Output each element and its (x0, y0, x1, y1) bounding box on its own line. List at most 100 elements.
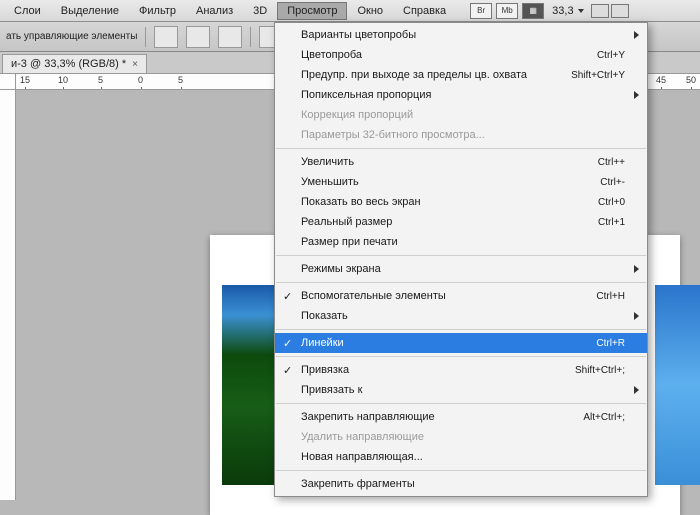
menu-item-label: Новая направляющая... (301, 451, 625, 463)
menu-item-label: Размер при печати (301, 236, 625, 248)
menu-item: Параметры 32-битного просмотра... (275, 125, 647, 145)
menu-window[interactable]: Окно (347, 2, 393, 20)
bridge-icon[interactable]: Br (470, 3, 492, 19)
option-btn-2[interactable] (186, 26, 210, 48)
menu-item[interactable]: Режимы экрана (275, 259, 647, 279)
menu-filter[interactable]: Фильтр (129, 2, 186, 20)
option-btn-3[interactable] (218, 26, 242, 48)
ruler-corner (0, 74, 16, 90)
check-icon: ✓ (283, 337, 292, 350)
menu-item[interactable]: Варианты цветопробы (275, 25, 647, 45)
canvas-image-left (222, 285, 282, 485)
menu-item-label: Варианты цветопробы (301, 29, 625, 41)
ruler-mark: 5 (178, 75, 183, 85)
menu-item-label: Цветопроба (301, 49, 597, 61)
menu-item-label: Коррекция пропорций (301, 109, 625, 121)
view-menu-dropdown: Варианты цветопробы ЦветопробаCtrl+Y Преду… (274, 22, 648, 497)
screen-mode-icon[interactable] (591, 4, 609, 18)
menu-item-shortcut: Ctrl+- (600, 177, 625, 188)
menu-item[interactable]: Реальный размерCtrl+1 (275, 212, 647, 232)
submenu-arrow-icon (634, 31, 639, 39)
menu-select[interactable]: Выделение (51, 2, 129, 20)
menu-separator (276, 329, 646, 330)
submenu-arrow-icon (634, 91, 639, 99)
menu-item-shortcut: Ctrl+R (596, 338, 625, 349)
menu-item-label: Закрепить фрагменты (301, 478, 625, 490)
menu-item-label: Реальный размер (301, 216, 598, 228)
menu-item-label: Попиксельная пропорция (301, 89, 625, 101)
menu-item[interactable]: Привязать к (275, 380, 647, 400)
menu-item: Коррекция пропорций (275, 105, 647, 125)
ruler-vertical[interactable] (0, 90, 16, 500)
menu-separator (276, 356, 646, 357)
menu-item-label: Привязать к (301, 384, 625, 396)
option-btn-1[interactable] (154, 26, 178, 48)
menu-item-label: Вспомогательные элементы (301, 290, 596, 302)
minibridge-icon[interactable]: Mb (496, 3, 518, 19)
menu-item-label: Предупр. при выходе за пределы цв. охват… (301, 69, 571, 81)
menu-item-label: Закрепить направляющие (301, 411, 583, 423)
menu-item-shortcut: Shift+Ctrl+; (575, 365, 625, 376)
menu-item[interactable]: Показать во весь экранCtrl+0 (275, 192, 647, 212)
menu-item[interactable]: Закрепить фрагменты (275, 474, 647, 494)
chevron-down-icon (578, 9, 584, 13)
arrange-icon[interactable] (611, 4, 629, 18)
menu-item-label: Режимы экрана (301, 263, 625, 275)
menu-item[interactable]: Предупр. при выходе за пределы цв. охват… (275, 65, 647, 85)
menu-item-shortcut: Ctrl++ (598, 157, 625, 168)
submenu-arrow-icon (634, 386, 639, 394)
close-icon[interactable]: × (132, 59, 138, 70)
menu-item[interactable]: ЦветопробаCtrl+Y (275, 45, 647, 65)
menu-help[interactable]: Справка (393, 2, 456, 20)
menu-item-shortcut: Ctrl+0 (598, 197, 625, 208)
tab-title: и-3 @ 33,3% (RGB/8) * (11, 58, 126, 70)
ruler-mark: 10 (58, 75, 68, 85)
menu-item[interactable]: ✓ ЛинейкиCtrl+R (275, 333, 647, 353)
menubar: Слои Выделение Фильтр Анализ 3D Просмотр… (0, 0, 700, 22)
menu-item-label: Уменьшить (301, 176, 600, 188)
menu-item[interactable]: Размер при печати (275, 232, 647, 252)
menu-layers[interactable]: Слои (4, 2, 51, 20)
menu-item-label: Линейки (301, 337, 596, 349)
menu-item-shortcut: Alt+Ctrl+; (583, 412, 625, 423)
menu-item-label: Удалить направляющие (301, 431, 625, 443)
menu-item-label: Параметры 32-битного просмотра... (301, 129, 625, 141)
menu-item-label: Увеличить (301, 156, 598, 168)
menu-separator (276, 403, 646, 404)
menu-item[interactable]: ✓Вспомогательные элементыCtrl+H (275, 286, 647, 306)
menu-item-shortcut: Ctrl+1 (598, 217, 625, 228)
menu-separator (276, 255, 646, 256)
menu-separator (276, 148, 646, 149)
menu-item[interactable]: Новая направляющая... (275, 447, 647, 467)
submenu-arrow-icon (634, 265, 639, 273)
ruler-mark: 15 (20, 75, 30, 85)
viewmode-icon[interactable]: ▦ (522, 3, 544, 19)
menu-3d[interactable]: 3D (243, 2, 277, 20)
menu-item-shortcut: Shift+Ctrl+Y (571, 70, 625, 81)
separator (250, 27, 251, 47)
menu-separator (276, 282, 646, 283)
ruler-mark: 5 (98, 75, 103, 85)
menu-item[interactable]: Показать (275, 306, 647, 326)
menu-item-shortcut: Ctrl+Y (597, 50, 625, 61)
zoom-display[interactable]: 33,3 (552, 5, 583, 17)
menu-separator (276, 470, 646, 471)
menu-item[interactable]: ✓ПривязкаShift+Ctrl+; (275, 360, 647, 380)
menu-item-label: Показать (301, 310, 625, 322)
menu-item: Удалить направляющие (275, 427, 647, 447)
submenu-arrow-icon (634, 312, 639, 320)
menu-item-shortcut: Ctrl+H (596, 291, 625, 302)
menu-item[interactable]: УменьшитьCtrl+- (275, 172, 647, 192)
separator (145, 27, 146, 47)
document-tab[interactable]: и-3 @ 33,3% (RGB/8) * × (2, 54, 147, 73)
canvas-image-right (655, 285, 700, 485)
ruler-mark: 50 (686, 75, 696, 85)
options-label: ать управляющие элементы (6, 31, 137, 42)
menu-item[interactable]: Закрепить направляющиеAlt+Ctrl+; (275, 407, 647, 427)
menu-item-label: Привязка (301, 364, 575, 376)
menu-item[interactable]: Попиксельная пропорция (275, 85, 647, 105)
menu-view[interactable]: Просмотр (277, 2, 347, 20)
menu-item[interactable]: УвеличитьCtrl++ (275, 152, 647, 172)
menu-analysis[interactable]: Анализ (186, 2, 243, 20)
ruler-mark: 0 (138, 75, 143, 85)
